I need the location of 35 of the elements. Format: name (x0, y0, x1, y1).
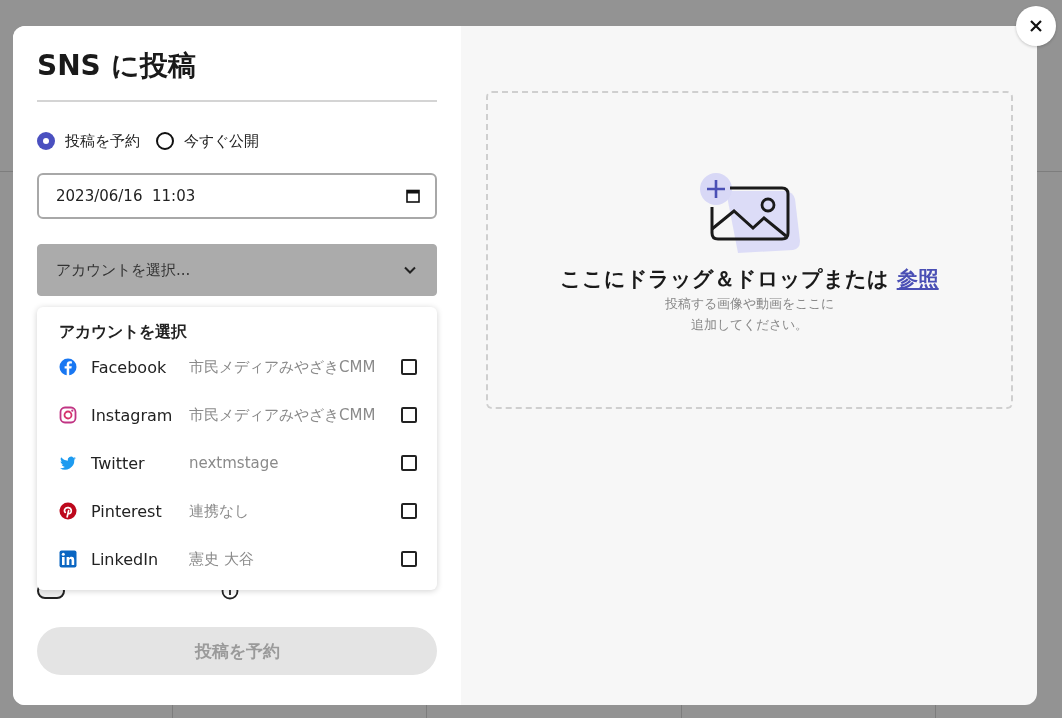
network-name: LinkedIn (91, 549, 160, 569)
drop-hint: 追加してください。 (690, 316, 809, 334)
account-dropdown[interactable]: アカウントを選択... (37, 244, 437, 296)
calendar-icon[interactable] (406, 189, 420, 203)
checkbox[interactable] (401, 455, 417, 471)
close-button[interactable] (1016, 6, 1056, 46)
date-time-field[interactable]: 2023/06/16 11:03 (37, 173, 437, 219)
network-name: Instagram (91, 405, 174, 425)
checkbox[interactable] (401, 407, 417, 423)
network-name: Twitter (91, 453, 146, 473)
linkedin-icon (59, 550, 77, 568)
menu-title: アカウントを選択 (59, 321, 188, 343)
pinterest-icon (59, 502, 77, 520)
drop-instruction: ここにドラッグ＆ドロップまたは (560, 267, 891, 291)
checkbox[interactable] (401, 359, 417, 375)
browse-link[interactable]: 参照 (896, 267, 939, 291)
facebook-icon (59, 358, 77, 376)
drop-zone[interactable]: ここにドラッグ＆ドロップまたは 参照 投稿する画像や動画をここに 追加してください。 (486, 91, 1013, 409)
account-name: 連携なし (189, 501, 250, 521)
instagram-icon (59, 406, 77, 424)
chevron-down-icon (404, 266, 416, 274)
close-icon (1029, 19, 1043, 33)
radio-option[interactable]: 投稿を予約 (37, 131, 140, 151)
network-name: Facebook (91, 357, 168, 377)
bird-icon (59, 454, 77, 472)
drop-hint: 投稿する画像や動画をここに (665, 295, 834, 313)
radio-option[interactable]: 今すぐ公開 (156, 131, 259, 151)
checkbox[interactable] (401, 503, 417, 519)
account-name: nextmstage (189, 454, 280, 472)
checkbox[interactable] (401, 551, 417, 567)
account-name: 憲史 大谷 (189, 549, 255, 569)
dialog-title: SNS に投稿 (37, 48, 197, 84)
account-name: 市民メディアみやざきCMM (189, 405, 377, 425)
network-name: Pinterest (91, 501, 163, 521)
account-name: 市民メディアみやざきCMM (189, 357, 377, 377)
